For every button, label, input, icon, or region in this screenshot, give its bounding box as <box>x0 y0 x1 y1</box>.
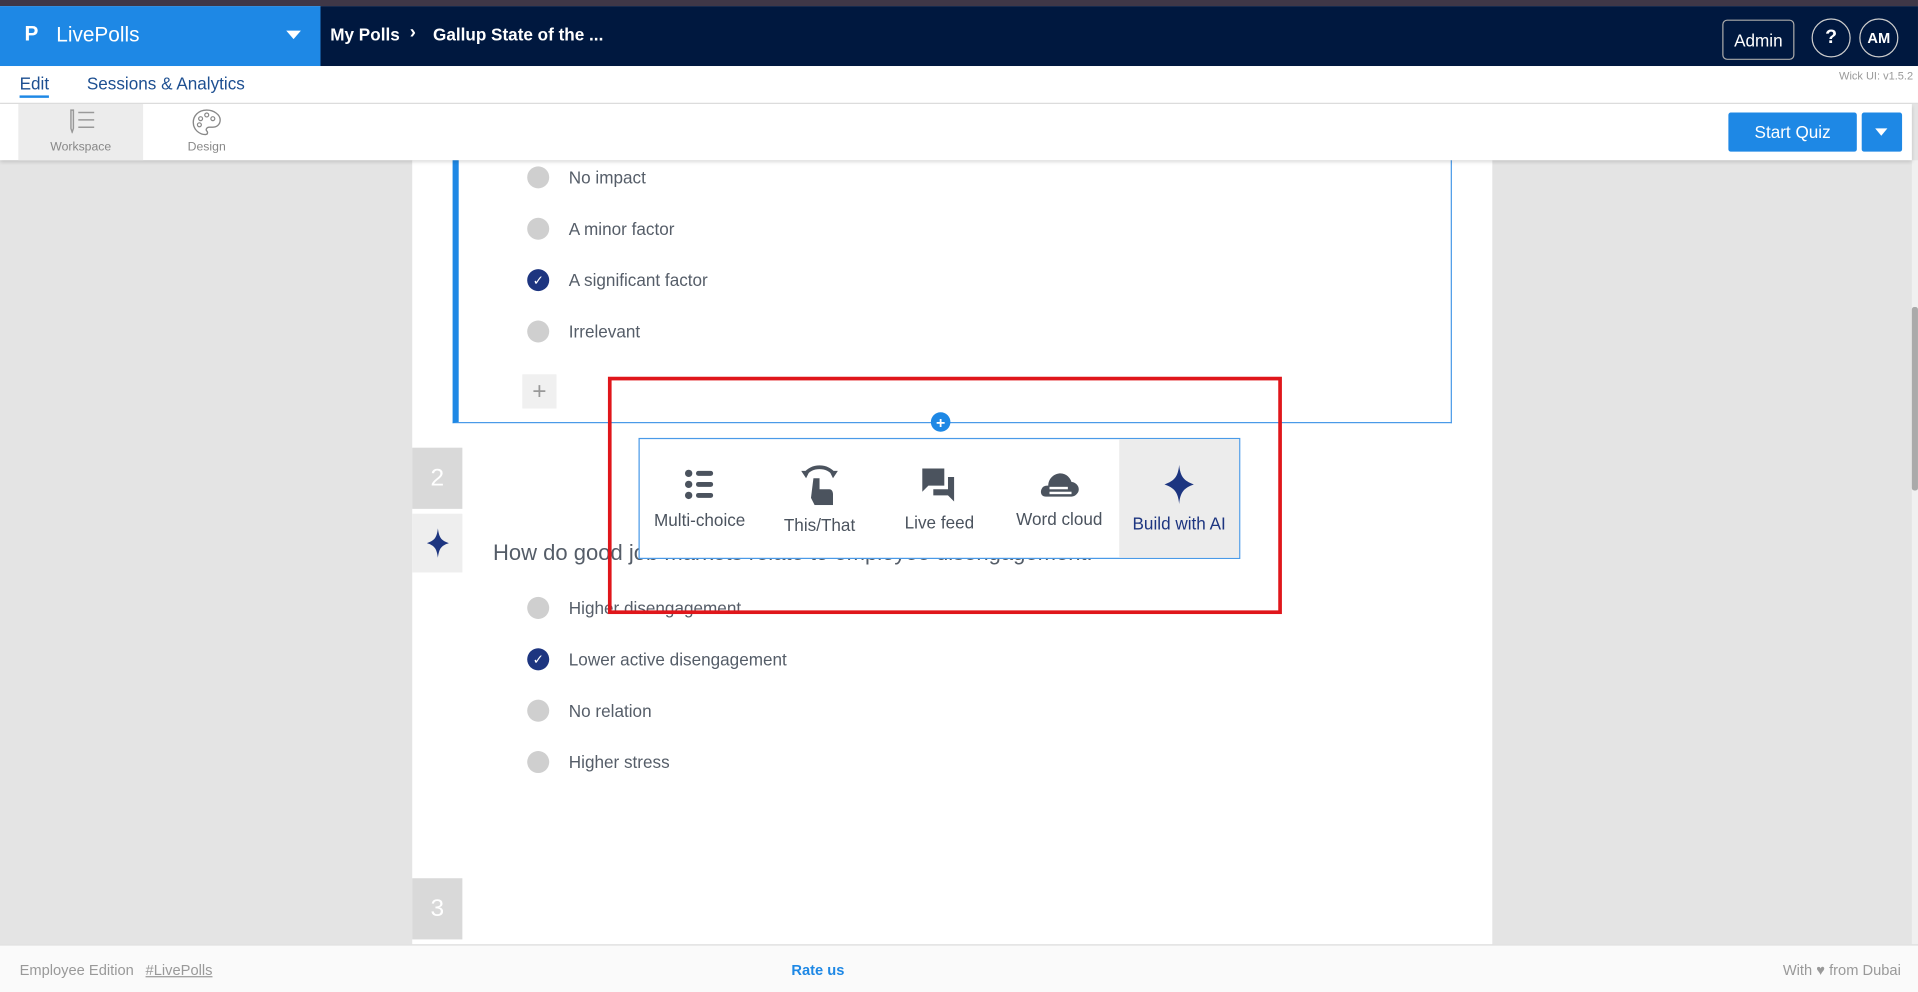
tab-edit[interactable]: Edit <box>19 73 50 98</box>
caret-down-icon <box>1875 128 1888 136</box>
brand-name: LivePolls <box>56 23 140 47</box>
rate-us-link[interactable]: Rate us <box>791 961 844 978</box>
design-label: Design <box>187 140 226 155</box>
top-nav: My Polls › Gallup State of the ... Admin… <box>320 6 1918 67</box>
breadcrumb-my-polls[interactable]: My Polls <box>330 24 399 44</box>
help-button[interactable]: ? <box>1811 18 1851 58</box>
add-option-button[interactable]: + <box>522 374 557 409</box>
radio-icon <box>527 699 550 722</box>
toolbar: Workspace Design Start Quiz <box>0 103 1912 161</box>
option-label: No relation <box>568 700 652 721</box>
option[interactable]: No relation <box>527 699 652 722</box>
question-number: 3 <box>412 878 463 940</box>
highlight-box <box>607 376 1282 615</box>
start-quiz-button[interactable]: Start Quiz <box>1728 112 1857 152</box>
radio-icon <box>527 596 550 619</box>
made-with-love: With ♥ from Dubai <box>1783 961 1901 978</box>
version-label: Wick UI: v1.5.2 <box>1839 69 1914 82</box>
scrollbar[interactable] <box>1911 160 1918 945</box>
workspace-tab[interactable]: Workspace <box>18 103 144 161</box>
option-label: No impact <box>568 167 646 188</box>
check-icon: ✓ <box>527 648 550 671</box>
radio-icon <box>527 166 550 189</box>
option-label: A minor factor <box>568 218 675 239</box>
option-label: Lower active disengagement <box>568 649 787 670</box>
brand-menu[interactable]: P LivePolls <box>0 6 321 67</box>
option-label: A significant factor <box>568 270 708 290</box>
tab-sessions-analytics[interactable]: Sessions & Analytics <box>87 73 245 93</box>
palette-icon <box>192 109 221 136</box>
option[interactable]: Irrelevant <box>527 320 641 343</box>
caret-down-icon[interactable] <box>286 30 301 40</box>
option[interactable]: ✓ A significant factor <box>527 269 708 292</box>
workspace-icon <box>70 109 95 134</box>
hashtag-link[interactable]: #LivePolls <box>146 961 213 978</box>
check-icon: ✓ <box>527 269 550 292</box>
admin-button[interactable]: Admin <box>1722 19 1795 60</box>
sparkle-icon <box>426 528 449 558</box>
option[interactable]: No impact <box>527 166 646 189</box>
option-label: Irrelevant <box>568 321 641 342</box>
tabs-bar: Edit Sessions & Analytics Wick UI: v1.5.… <box>0 66 1918 104</box>
design-tab[interactable]: Design <box>144 104 269 160</box>
radio-icon <box>527 751 550 774</box>
ai-generated-badge <box>412 513 463 573</box>
start-options-button[interactable] <box>1861 112 1903 152</box>
scrollbar-thumb[interactable] <box>1911 307 1918 491</box>
from-label: from Dubai <box>1829 961 1901 979</box>
breadcrumb-poll-title[interactable]: Gallup State of the ... <box>433 24 603 44</box>
edition-label: Employee Edition <box>19 961 134 979</box>
option-label: Higher stress <box>568 752 670 772</box>
option[interactable]: A minor factor <box>527 217 675 240</box>
chevron-right-icon: › <box>409 22 416 43</box>
radio-icon <box>527 320 550 343</box>
option[interactable]: ✓ Lower active disengagement <box>527 648 787 671</box>
question-number: 2 <box>412 447 463 509</box>
livepolls-logo-icon: P <box>24 22 39 46</box>
radio-icon <box>527 217 550 240</box>
with-label: With <box>1782 961 1813 979</box>
avatar[interactable]: AM <box>1859 18 1899 58</box>
footer: Employee Edition #LivePolls Rate us With… <box>0 944 1918 992</box>
heart-icon: ♥ <box>1816 961 1825 979</box>
workspace-label: Workspace <box>50 140 112 155</box>
option[interactable]: Higher stress <box>527 751 670 774</box>
